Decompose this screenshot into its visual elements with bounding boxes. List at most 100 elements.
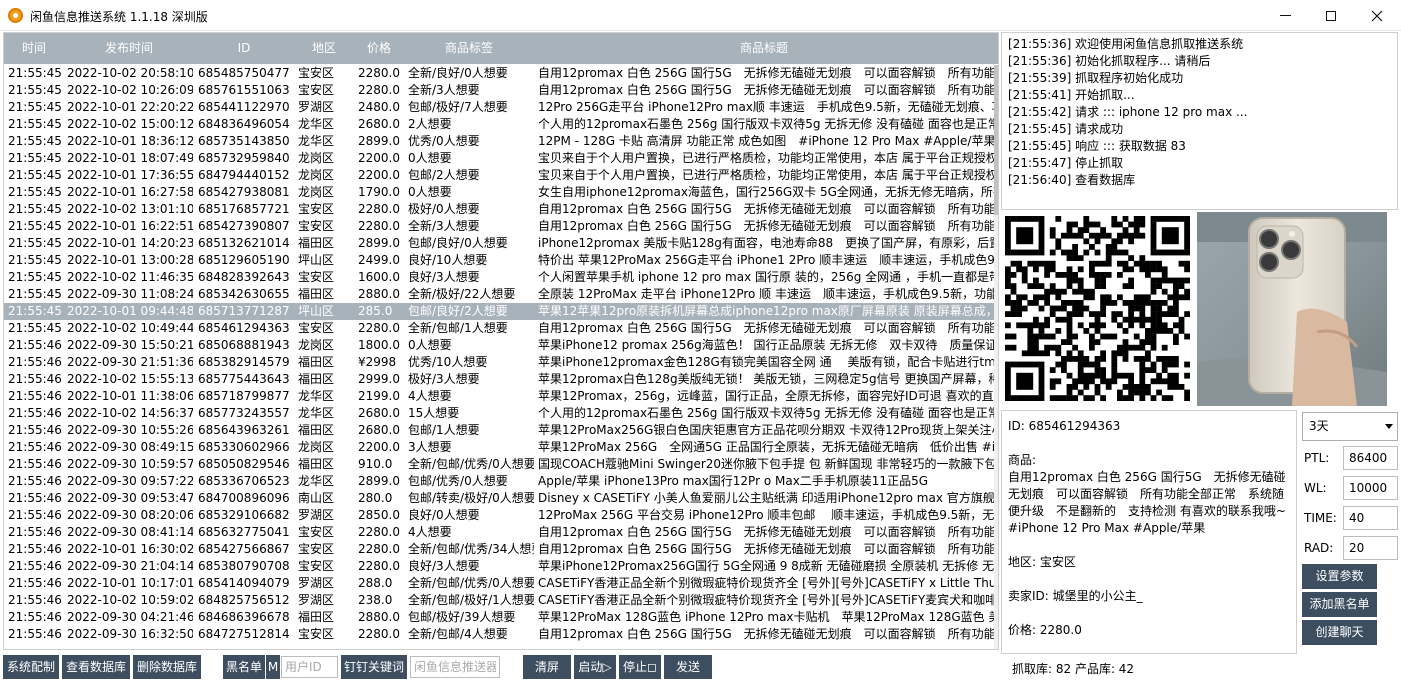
cell-id: 685643963261 <box>198 423 290 437</box>
cell-price: 238.0 <box>358 593 393 607</box>
column-header-id[interactable]: ID <box>194 33 294 64</box>
delete-database-button[interactable]: 删除数据库 <box>133 655 201 679</box>
view-database-button[interactable]: 查看数据库 <box>62 655 130 679</box>
scrollbar-thumb[interactable] <box>994 65 998 215</box>
cell-tags: 全新/3人想要 <box>408 219 480 233</box>
dingtalk-keyword-button[interactable]: 钉钉关键词 <box>341 655 407 679</box>
cell-title: 苹果iPhone12Promax256G国行 5G全网通 9 8成新 无磕碰磨损… <box>538 559 994 573</box>
cell-time: 21:55:45 <box>8 304 62 318</box>
cell-region: 宝安区 <box>298 83 335 97</box>
start-button[interactable]: 启动▷ <box>574 655 616 679</box>
wl-input[interactable]: 10000 <box>1343 476 1398 500</box>
cell-price: 2850.0 <box>358 508 400 522</box>
cell-title: 个人用的12promax石墨色 256g 国行版双卡双待5g 无拆无修 没有磕碰… <box>538 406 994 420</box>
table-row[interactable]: 21:55:45 2022-10-02 10:49:44 685461294363 宝… <box>4 320 994 337</box>
cell-price: 2280.0 <box>358 202 400 216</box>
cell-id: 685330602966 <box>198 440 290 454</box>
close-button[interactable] <box>1354 0 1400 31</box>
table-row[interactable]: 21:55:46 2022-10-02 14:56:37 685773243557 龙… <box>4 405 994 422</box>
table-row[interactable]: 21:55:45 2022-10-01 16:22:51 685427390807 宝… <box>4 218 994 235</box>
days-select[interactable]: 3天 <box>1302 412 1398 441</box>
time-input[interactable]: 40 <box>1343 506 1398 530</box>
column-header-time[interactable]: 时间 <box>4 33 64 64</box>
cell-price: 2280.0 <box>358 542 400 556</box>
table-row[interactable]: 21:55:45 2022-10-02 13:01:10 685176857721 宝… <box>4 201 994 218</box>
cell-region: 坪山区 <box>298 253 335 267</box>
blacklist-button[interactable]: 黑名单 <box>223 655 265 679</box>
table-row[interactable]: 21:55:46 2022-09-30 10:59:57 685050829546 福… <box>4 456 994 473</box>
table-row[interactable]: 21:55:46 2022-09-30 21:04:14 685380790708 宝… <box>4 558 994 575</box>
maximize-button[interactable] <box>1308 0 1354 31</box>
table-row[interactable]: 21:55:45 2022-10-02 20:58:10 685485750477 宝… <box>4 65 994 82</box>
cell-publish-time: 2022-09-30 21:51:36 <box>67 355 193 369</box>
send-button[interactable]: 发送 <box>664 655 712 679</box>
cell-time: 21:55:46 <box>8 491 62 505</box>
cell-region: 福田区 <box>298 287 335 301</box>
m-button[interactable]: M <box>266 655 280 679</box>
table-row[interactable]: 21:55:45 2022-10-01 16:27:58 685427938081 龙… <box>4 184 994 201</box>
table-row[interactable]: 21:55:45 2022-10-02 10:26:09 685761551063 宝… <box>4 82 994 99</box>
log-line: [21:56:40] 查看数据库 <box>1008 173 1136 187</box>
bottom-toolbar: 系统配制 查看数据库 删除数据库 黑名单 M 钉钉关键词 清屏 启动▷ 停止◻ … <box>0 653 1000 682</box>
add-blacklist-button[interactable]: 添加黑名单 <box>1302 592 1377 617</box>
table-row[interactable]: 21:55:45 2022-10-01 13:00:28 685129605190 坪… <box>4 252 994 269</box>
table-row[interactable]: 21:55:45 2022-10-01 14:20:23 685132621014 福… <box>4 235 994 252</box>
set-params-button[interactable]: 设置参数 <box>1302 564 1377 589</box>
system-config-button[interactable]: 系统配制 <box>3 655 59 679</box>
table-row[interactable]: 21:55:46 2022-10-02 15:55:13 685775443643 福… <box>4 371 994 388</box>
table-row[interactable]: 21:55:46 2022-09-30 08:41:14 685632775041 宝… <box>4 524 994 541</box>
user-id-input[interactable] <box>281 656 338 678</box>
table-row[interactable]: 21:55:46 2022-09-30 04:21:46 684686396678 福… <box>4 609 994 626</box>
table-row[interactable]: 21:55:46 2022-09-30 16:32:50 684727512814 宝… <box>4 626 994 643</box>
stop-button[interactable]: 停止◻ <box>619 655 661 679</box>
table-scrollbar[interactable] <box>994 65 998 649</box>
table-row[interactable]: 21:55:45 2022-10-01 18:36:12 685735143850 龙… <box>4 133 994 150</box>
minimize-button[interactable] <box>1262 0 1308 31</box>
table-row[interactable]: 21:55:46 2022-09-30 09:57:22 685336706523 龙… <box>4 473 994 490</box>
table-row[interactable]: 21:55:46 2022-09-30 08:49:15 685330602966 龙… <box>4 439 994 456</box>
cell-tags: 良好/3人想要 <box>408 559 480 573</box>
cell-title: 特价出 苹果12ProMax 256G走平台 iPhone1 2Pro 顺丰速运… <box>538 253 994 267</box>
table-row[interactable]: 21:55:45 2022-10-02 15:00:12 684836496054 龙… <box>4 116 994 133</box>
log-panel[interactable]: [21:55:36] 欢迎使用闲鱼信息抓取推送系统 [21:55:36] 初始化… <box>1001 32 1398 210</box>
cell-title: 自用12promax 白色 256G 国行5G 无拆修无磕碰无划痕 可以面容解锁… <box>538 219 994 233</box>
ptl-input[interactable]: 86400 <box>1343 446 1398 470</box>
item-detail-panel[interactable]: ID: 685461294363 商品: 自用12promax 白色 256G … <box>1001 410 1297 654</box>
table-row[interactable]: 21:55:45 2022-09-30 11:08:24 685342630655 福… <box>4 286 994 303</box>
cell-region: 罗湖区 <box>298 508 335 522</box>
table-row[interactable]: 21:55:46 2022-10-01 11:38:06 685718799877 龙… <box>4 388 994 405</box>
table-row[interactable]: 21:55:45 2022-10-02 11:46:35 684828392643 宝… <box>4 269 994 286</box>
table-row[interactable]: 21:55:45 2022-10-01 18:07:49 685732959840 龙… <box>4 150 994 167</box>
table-row[interactable]: 21:55:46 2022-10-01 16:30:02 685427566867 宝… <box>4 541 994 558</box>
table-row[interactable]: 21:55:45 2022-10-01 09:44:48 685713771287 坪… <box>4 303 994 320</box>
maximize-icon <box>1326 10 1336 21</box>
table-row[interactable]: 21:55:46 2022-09-30 21:51:36 685382914579 福… <box>4 354 994 371</box>
product-photo-image <box>1197 212 1387 406</box>
results-table[interactable]: 时间 发布时间 ID 地区 价格 商品标签 商品标题 21:55:45 2022-… <box>3 32 999 650</box>
column-header-tags[interactable]: 商品标签 <box>404 33 534 64</box>
rad-input[interactable]: 20 <box>1343 536 1398 560</box>
clear-screen-button[interactable]: 清屏 <box>523 655 571 679</box>
cell-region: 龙华区 <box>298 474 335 488</box>
table-row[interactable]: 21:55:45 2022-10-01 22:20:22 685441122970 罗… <box>4 99 994 116</box>
column-header-title[interactable]: 商品标题 <box>534 33 994 64</box>
table-row[interactable]: 21:55:45 2022-10-01 17:36:55 684794440152 龙… <box>4 167 994 184</box>
cell-price: 285.0 <box>358 304 393 318</box>
cell-time: 21:55:45 <box>8 117 62 131</box>
minimize-icon <box>1279 15 1291 16</box>
table-row[interactable]: 21:55:46 2022-09-30 08:20:06 685329106682 罗… <box>4 507 994 524</box>
cell-publish-time: 2022-10-02 15:00:12 <box>67 117 193 131</box>
pusher-input[interactable] <box>410 656 500 678</box>
column-header-price[interactable]: 价格 <box>354 33 404 64</box>
table-row[interactable]: 21:55:46 2022-09-30 09:53:47 684700896096 南… <box>4 490 994 507</box>
table-row[interactable]: 21:55:46 2022-10-01 10:17:01 685414094079 罗… <box>4 575 994 592</box>
table-row[interactable]: 21:55:46 2022-10-02 10:59:02 684825756512 罗… <box>4 592 994 609</box>
column-header-region[interactable]: 地区 <box>294 33 354 64</box>
create-chat-button[interactable]: 创建聊天 <box>1302 620 1377 645</box>
cell-publish-time: 2022-10-02 20:58:10 <box>67 66 193 80</box>
table-row[interactable]: 21:55:46 2022-09-30 15:50:21 685068881943 龙… <box>4 337 994 354</box>
cell-time: 21:55:46 <box>8 576 62 590</box>
table-row[interactable]: 21:55:46 2022-09-30 10:55:26 685643963261 福… <box>4 422 994 439</box>
cell-title: iPhone12promax 美版卡贴128g有面容，电池寿命88 更换了国产屏… <box>538 236 994 250</box>
column-header-publish-time[interactable]: 发布时间 <box>64 33 194 64</box>
